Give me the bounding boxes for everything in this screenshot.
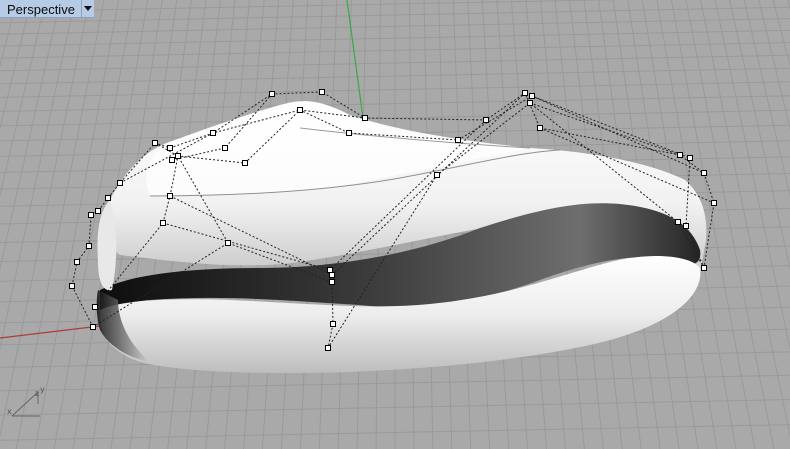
chevron-down-icon[interactable] [81, 0, 94, 18]
control-point[interactable] [701, 265, 707, 271]
control-point[interactable] [92, 304, 98, 310]
control-point[interactable] [677, 152, 683, 158]
viewport-title-tab[interactable]: Perspective [0, 0, 94, 18]
control-point[interactable] [167, 193, 173, 199]
control-point[interactable] [329, 272, 335, 278]
control-point[interactable] [175, 153, 181, 159]
control-point[interactable] [687, 155, 693, 161]
control-point[interactable] [69, 283, 75, 289]
perspective-viewport[interactable]: z y x [0, 0, 790, 449]
control-point[interactable] [169, 157, 175, 163]
control-point[interactable] [701, 170, 707, 176]
control-point[interactable] [527, 100, 533, 106]
control-point[interactable] [210, 130, 216, 136]
control-point[interactable] [269, 91, 275, 97]
control-point[interactable] [86, 243, 92, 249]
control-point[interactable] [117, 180, 123, 186]
control-point[interactable] [297, 107, 303, 113]
control-point[interactable] [529, 93, 535, 99]
control-point[interactable] [362, 115, 368, 121]
axis-z-label: z [35, 389, 39, 398]
control-point[interactable] [74, 259, 80, 265]
control-point[interactable] [330, 321, 336, 327]
control-point[interactable] [434, 172, 440, 178]
control-point[interactable] [683, 223, 689, 229]
control-point[interactable] [167, 145, 173, 151]
control-point[interactable] [455, 137, 461, 143]
axis-y-label: y [40, 385, 45, 394]
axis-x-label: x [7, 407, 12, 416]
control-point[interactable] [675, 219, 681, 225]
control-point[interactable] [537, 125, 543, 131]
control-point[interactable] [160, 220, 166, 226]
control-point[interactable] [329, 279, 335, 285]
viewport-title[interactable]: Perspective [0, 0, 82, 18]
control-point[interactable] [711, 200, 717, 206]
control-point[interactable] [105, 195, 111, 201]
control-point[interactable] [242, 160, 248, 166]
control-point[interactable] [522, 90, 528, 96]
control-point[interactable] [325, 345, 331, 351]
control-point[interactable] [152, 140, 158, 146]
control-point[interactable] [88, 212, 94, 218]
control-point[interactable] [95, 208, 101, 214]
control-point[interactable] [327, 267, 333, 273]
control-point[interactable] [483, 117, 489, 123]
control-point[interactable] [225, 240, 231, 246]
control-point[interactable] [222, 145, 228, 151]
control-point[interactable] [319, 89, 325, 95]
control-point[interactable] [90, 324, 96, 330]
control-point[interactable] [346, 130, 352, 136]
